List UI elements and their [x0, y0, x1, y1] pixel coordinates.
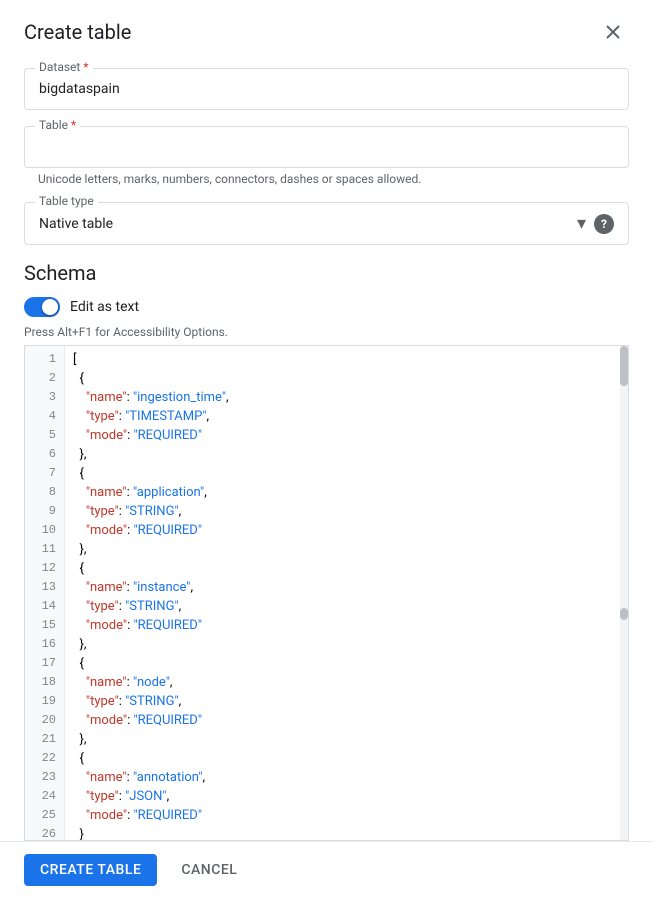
line-number: 26 [25, 825, 64, 840]
table-field-group: Table * Unicode letters, marks, numbers,… [24, 126, 629, 186]
accessibility-hint: Press Alt+F1 for Accessibility Options. [24, 325, 629, 339]
line-number: 14 [25, 597, 64, 616]
dataset-field-group: Dataset * [24, 68, 629, 110]
scrollbar-track[interactable] [620, 346, 628, 840]
line-number: 22 [25, 749, 64, 768]
dialog-footer: CREATE TABLE CANCEL [0, 841, 653, 898]
code-line: { [73, 559, 620, 578]
line-number: 11 [25, 540, 64, 559]
table-field-container: Table * [24, 126, 629, 168]
line-number: 19 [25, 692, 64, 711]
code-line: "name": "node", [73, 673, 620, 692]
code-line: "mode": "REQUIRED" [73, 426, 620, 445]
code-line: { [73, 464, 620, 483]
cancel-button[interactable]: CANCEL [165, 854, 253, 886]
code-line: } [73, 825, 620, 840]
line-number: 5 [25, 426, 64, 445]
code-line: "type": "JSON", [73, 787, 620, 806]
table-input[interactable] [25, 127, 628, 167]
schema-section: Schema Edit as text Press Alt+F1 for Acc… [24, 261, 629, 841]
line-number: 10 [25, 521, 64, 540]
line-number: 7 [25, 464, 64, 483]
code-line: "name": "application", [73, 483, 620, 502]
code-line: "mode": "REQUIRED" [73, 616, 620, 635]
line-number: 1 [25, 350, 64, 369]
line-number: 13 [25, 578, 64, 597]
code-line: { [73, 749, 620, 768]
line-number: 18 [25, 673, 64, 692]
schema-title: Schema [24, 261, 629, 285]
code-line: "type": "STRING", [73, 502, 620, 521]
line-number: 8 [25, 483, 64, 502]
dropdown-icon: ▾ [577, 213, 586, 234]
line-number: 16 [25, 635, 64, 654]
code-line: "type": "STRING", [73, 597, 620, 616]
line-numbers: 1234567891011121314151617181920212223242… [25, 346, 65, 840]
line-number: 24 [25, 787, 64, 806]
line-number: 4 [25, 407, 64, 426]
scrollbar-thumb-bottom [620, 608, 628, 620]
code-line: }, [73, 730, 620, 749]
scrollbar-thumb-top [620, 346, 628, 386]
table-label: Table * [35, 118, 80, 132]
line-number: 23 [25, 768, 64, 787]
dataset-field-container: Dataset * [24, 68, 629, 110]
table-type-select-wrapper[interactable]: Native table ▾ ? [25, 203, 628, 244]
edit-as-text-row: Edit as text [24, 297, 629, 317]
code-editor[interactable]: 1234567891011121314151617181920212223242… [24, 345, 629, 841]
line-number: 17 [25, 654, 64, 673]
table-type-container: Table type Native table ▾ ? [24, 202, 629, 245]
code-line: }, [73, 445, 620, 464]
close-button[interactable] [597, 16, 629, 48]
code-line: "name": "instance", [73, 578, 620, 597]
create-table-dialog: Create table Dataset * Table * [0, 0, 653, 898]
close-icon [603, 22, 623, 42]
code-line: "type": "TIMESTAMP", [73, 407, 620, 426]
code-line: "mode": "REQUIRED" [73, 711, 620, 730]
dialog-title: Create table [24, 20, 131, 44]
code-content[interactable]: [ { "name": "ingestion_time", "type": "T… [65, 346, 628, 840]
line-number: 20 [25, 711, 64, 730]
code-line: [ [73, 350, 620, 369]
edit-as-text-label: Edit as text [70, 299, 139, 315]
line-number: 15 [25, 616, 64, 635]
table-type-value: Native table [39, 216, 577, 232]
code-line: "name": "annotation", [73, 768, 620, 787]
table-hint: Unicode letters, marks, numbers, connect… [24, 172, 629, 186]
dialog-header: Create table [0, 0, 653, 60]
toggle-thumb [42, 299, 58, 315]
help-icon[interactable]: ? [594, 214, 614, 234]
code-line: "type": "STRING", [73, 692, 620, 711]
code-line: }, [73, 540, 620, 559]
line-number: 3 [25, 388, 64, 407]
dataset-label: Dataset * [35, 60, 93, 74]
line-number: 25 [25, 806, 64, 825]
line-number: 21 [25, 730, 64, 749]
dataset-input[interactable] [25, 69, 628, 109]
edit-as-text-toggle[interactable] [24, 297, 60, 317]
table-type-group: Table type Native table ▾ ? [24, 202, 629, 245]
create-table-button[interactable]: CREATE TABLE [24, 854, 157, 886]
table-type-label: Table type [35, 194, 98, 208]
code-line: }, [73, 635, 620, 654]
line-number: 9 [25, 502, 64, 521]
code-line: "mode": "REQUIRED" [73, 521, 620, 540]
code-line: { [73, 654, 620, 673]
line-number: 6 [25, 445, 64, 464]
dialog-body: Dataset * Table * Unicode letters, marks… [0, 60, 653, 841]
line-number: 2 [25, 369, 64, 388]
code-line: "mode": "REQUIRED" [73, 806, 620, 825]
line-number: 12 [25, 559, 64, 578]
code-line: { [73, 369, 620, 388]
code-line: "name": "ingestion_time", [73, 388, 620, 407]
